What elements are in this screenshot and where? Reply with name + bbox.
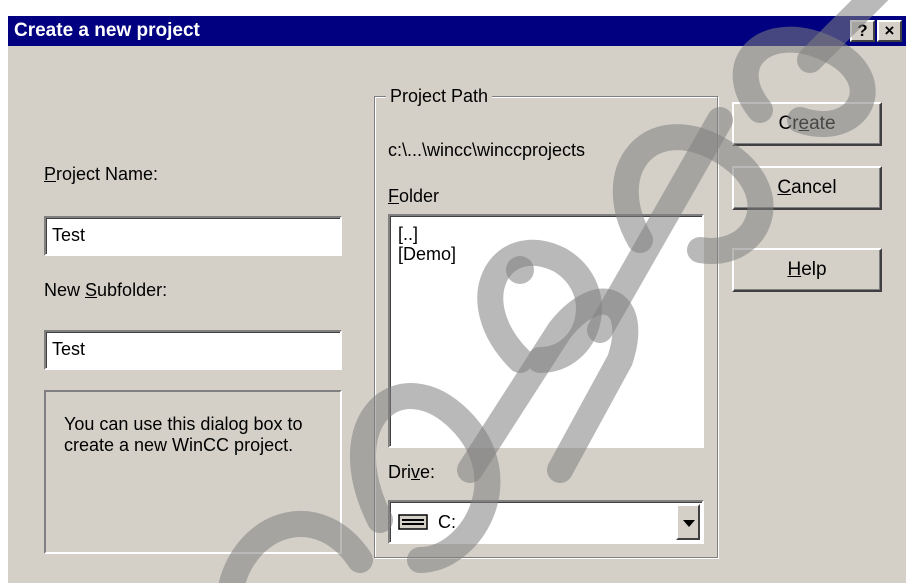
chevron-down-icon[interactable] (676, 504, 700, 540)
help-button[interactable]: Help (732, 248, 882, 292)
project-name-label: Project Name: (44, 164, 159, 184)
create-project-dialog: Create a new project ? × Project Name: T… (8, 16, 906, 583)
close-title-button[interactable]: × (877, 20, 902, 42)
help-title-button[interactable]: ? (850, 20, 875, 42)
project-path-title: Project Path (386, 86, 493, 107)
window-title: Create a new project (14, 20, 200, 41)
subfolder-input[interactable]: Test (44, 330, 342, 370)
title-bar: Create a new project ? × (8, 16, 906, 46)
subfolder-label: New Subfolder: (44, 280, 168, 300)
drive-value: C: (438, 512, 456, 532)
folder-item-parent[interactable]: [..] (390, 224, 702, 244)
folder-label: Folder (388, 186, 440, 206)
drive-icon (398, 514, 428, 530)
info-panel: You can use this dialog box to create a … (44, 390, 342, 554)
create-button[interactable]: Create (732, 102, 882, 146)
cancel-button[interactable]: Cancel (732, 166, 882, 210)
folder-list[interactable]: [..] [Demo] (388, 214, 704, 448)
folder-item-demo[interactable]: [Demo] (390, 244, 702, 264)
project-path-value: c:\...\wincc\winccprojects (388, 140, 586, 160)
info-text: You can use this dialog box to create a … (64, 414, 303, 455)
drive-select[interactable]: C: (388, 500, 704, 544)
project-name-input[interactable]: Test (44, 216, 342, 256)
drive-label: Drive: (388, 462, 436, 482)
